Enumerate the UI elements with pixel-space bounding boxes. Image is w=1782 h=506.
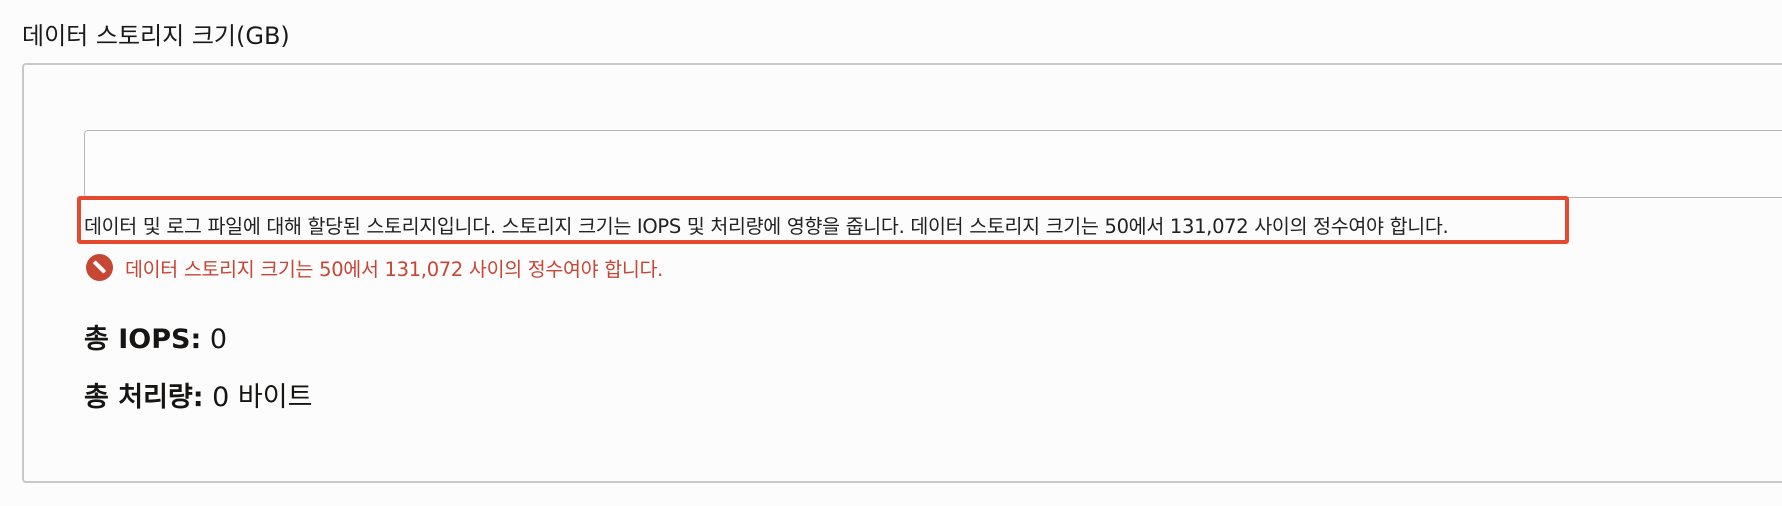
error-message: 데이터 스토리지 크기는 50에서 131,072 사이의 정수여야 합니다.	[86, 253, 663, 281]
error-icon	[86, 253, 113, 281]
error-text: 데이터 스토리지 크기는 50에서 131,072 사이의 정수여야 합니다.	[125, 257, 664, 281]
total-iops-label: 총 IOPS:	[84, 324, 202, 355]
total-throughput-value: 0 바이트	[212, 382, 313, 413]
storage-size-section: 데이터 스토리지 크기(GB) 데이터 및 로그 파일에 대해 할당된 스토리지…	[0, 0, 1782, 506]
storage-size-input[interactable]	[84, 130, 1782, 198]
field-label: 데이터 스토리지 크기(GB)	[22, 22, 290, 50]
total-throughput-label: 총 처리량:	[84, 382, 204, 413]
total-throughput: 총 처리량: 0 바이트	[84, 375, 312, 414]
help-text: 데이터 및 로그 파일에 대해 할당된 스토리지입니다. 스토리지 크기는 IO…	[84, 215, 1449, 238]
total-iops-value: 0	[209, 324, 228, 355]
total-iops: 총 IOPS: 0	[84, 317, 227, 356]
